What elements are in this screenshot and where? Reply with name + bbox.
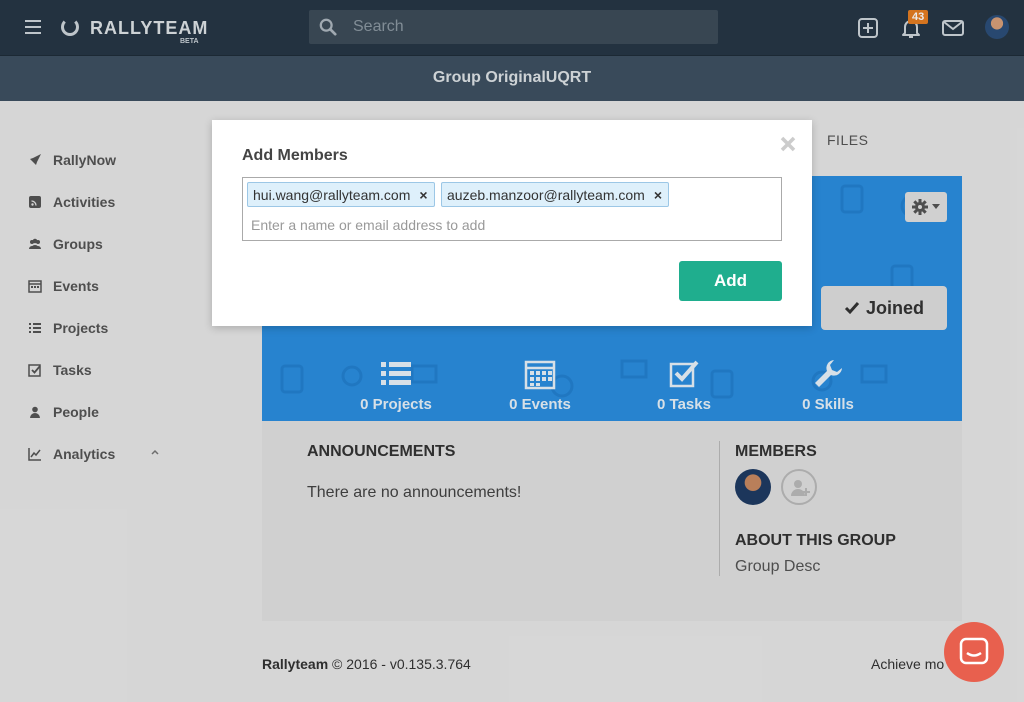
chat-icon [959, 637, 989, 665]
close-icon[interactable] [779, 135, 797, 153]
member-tag: auzeb.manzoor@rallyteam.com × [441, 182, 670, 207]
chat-launcher-button[interactable] [944, 622, 1004, 682]
remove-tag-icon[interactable]: × [419, 187, 427, 203]
add-button[interactable]: Add [679, 261, 782, 301]
member-tag-input[interactable]: hui.wang@rallyteam.com × auzeb.manzoor@r… [242, 177, 782, 241]
remove-tag-icon[interactable]: × [654, 187, 662, 203]
modal-title: Add Members [242, 147, 348, 164]
member-search-input[interactable] [251, 214, 751, 236]
tag-label: hui.wang@rallyteam.com [253, 186, 411, 203]
tag-label: auzeb.manzoor@rallyteam.com [447, 186, 645, 203]
member-tag: hui.wang@rallyteam.com × [247, 182, 435, 207]
modal-backdrop[interactable] [0, 0, 1024, 702]
add-members-modal: Add Members hui.wang@rallyteam.com × auz… [212, 120, 812, 326]
